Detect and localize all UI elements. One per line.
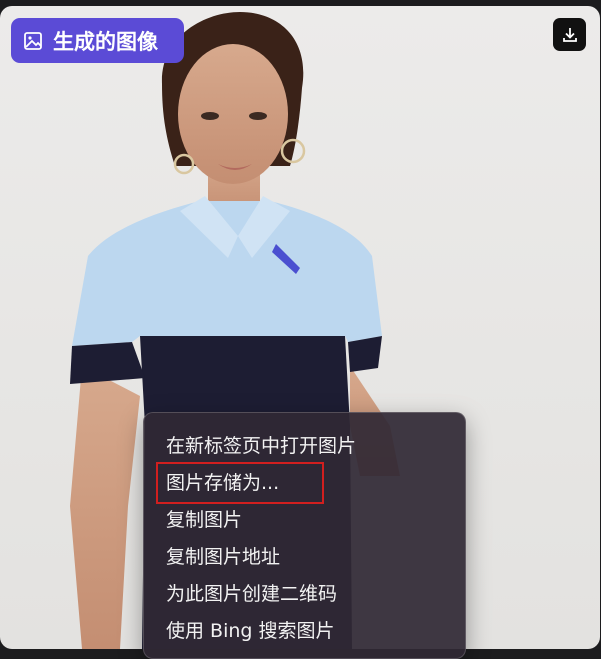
download-button[interactable] bbox=[553, 18, 586, 51]
badge-label: 生成的图像 bbox=[53, 29, 158, 54]
generated-image-badge: 生成的图像 bbox=[11, 18, 184, 63]
menu-item-create-qr-code[interactable]: 为此图片创建二维码 bbox=[166, 579, 337, 609]
highlight-box bbox=[156, 462, 324, 504]
image-icon bbox=[24, 31, 42, 50]
menu-item-copy-image[interactable]: 复制图片 bbox=[166, 505, 242, 535]
menu-item-open-in-new-tab[interactable]: 在新标签页中打开图片 bbox=[166, 431, 356, 461]
menu-item-search-with-bing[interactable]: 使用 Bing 搜索图片 bbox=[166, 616, 335, 646]
menu-item-copy-image-address[interactable]: 复制图片地址 bbox=[166, 542, 280, 572]
context-menu: 在新标签页中打开图片 图片存储为... 复制图片 复制图片地址 为此图片创建二维… bbox=[143, 412, 466, 659]
download-icon bbox=[562, 27, 577, 42]
